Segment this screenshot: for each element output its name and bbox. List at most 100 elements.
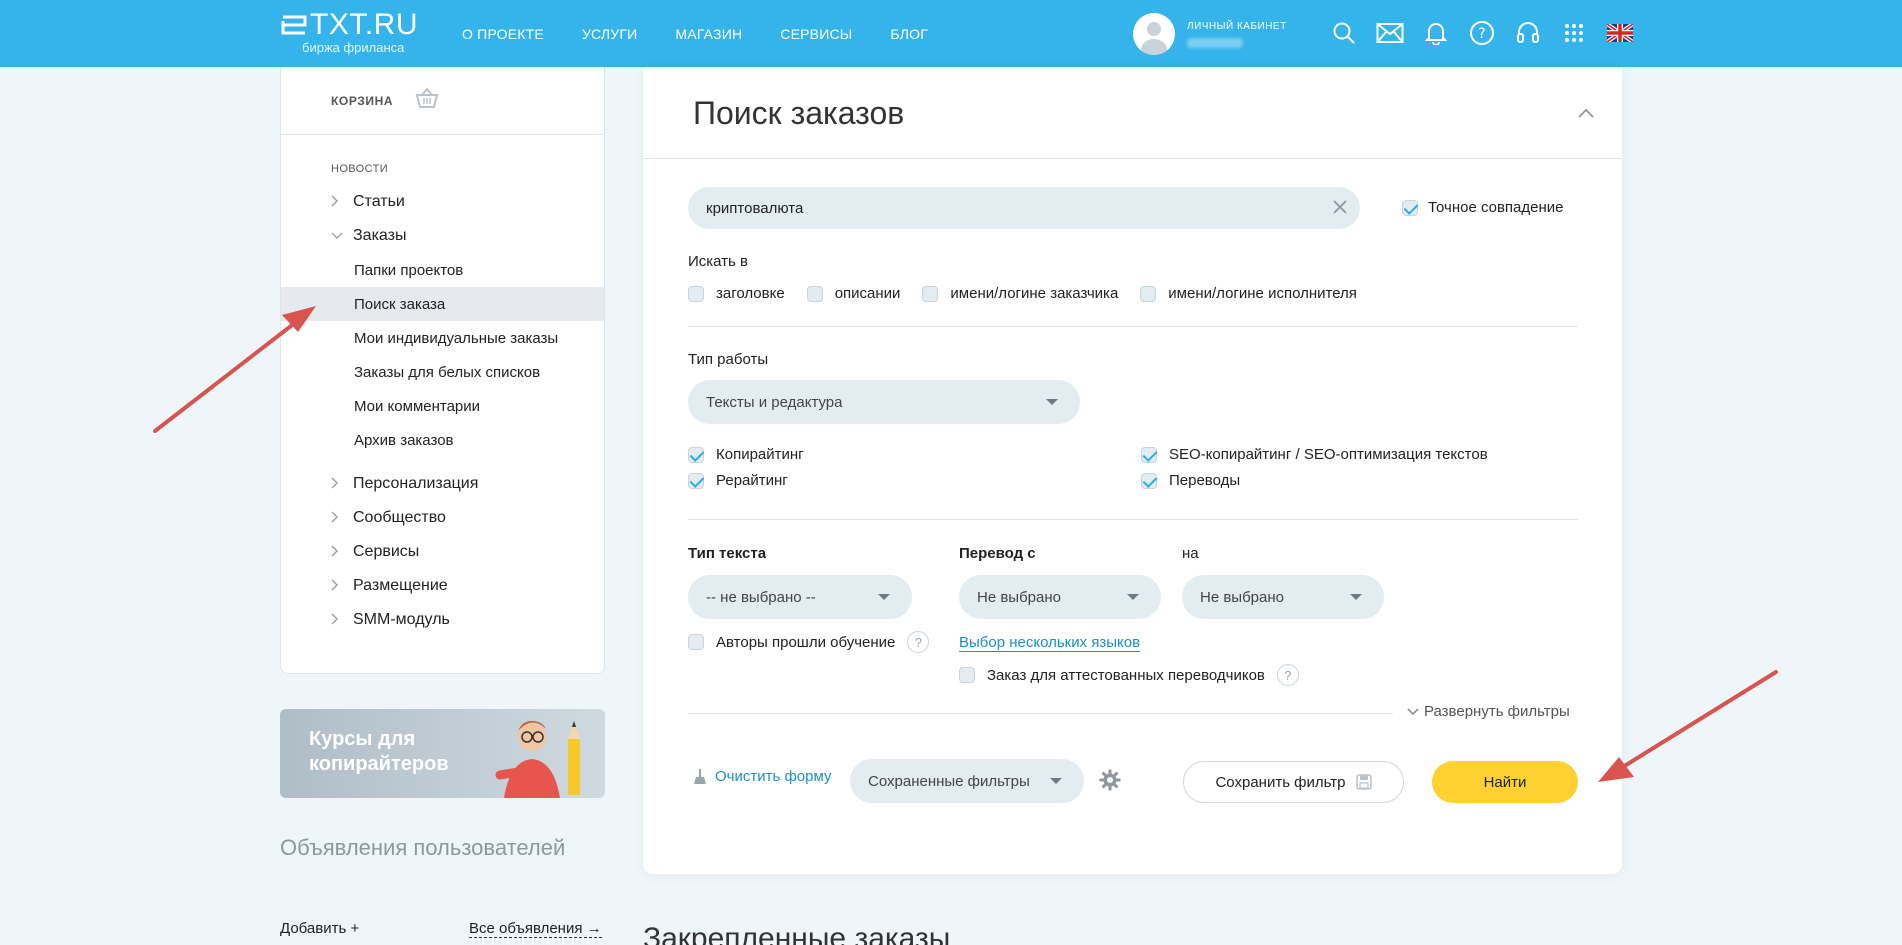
logo-subtitle: биржа фриланса	[302, 40, 405, 55]
mail-icon[interactable]	[1376, 18, 1404, 48]
add-announcement-link[interactable]: Добавить +	[280, 920, 359, 937]
divider	[688, 519, 1578, 520]
sidebar-item-community[interactable]: Сообщество	[281, 501, 604, 535]
chevron-right-icon	[331, 476, 353, 492]
checkbox-label: Рерайтинг	[716, 472, 788, 489]
checkbox-checked[interactable]	[1402, 199, 1418, 216]
sidebar-item-personalization[interactable]: Персонализация	[281, 467, 604, 501]
help-icon[interactable]: ?	[1468, 18, 1496, 48]
copywriter-courses-banner[interactable]: Курсы для копирайтеров	[280, 709, 605, 798]
sidebar-sub-orders-archive[interactable]: Архив заказов	[281, 423, 604, 457]
sidebar-item-orders[interactable]: Заказы	[281, 219, 604, 253]
checkbox[interactable]	[806, 285, 823, 302]
sidebar-sub-order-search[interactable]: Поиск заказа	[281, 287, 604, 321]
checkbox[interactable]	[688, 634, 704, 650]
work-type-select[interactable]: Тексты и редактура	[688, 380, 1080, 424]
account-menu[interactable]: ЛИЧНЫЙ КАБИНЕТ	[1133, 12, 1287, 56]
save-filter-button[interactable]: Сохранить фильтр	[1183, 761, 1404, 803]
basket-icon[interactable]	[415, 87, 439, 114]
translate-from-label: Перевод с	[959, 545, 1036, 562]
text-type-label: Тип текста	[688, 545, 767, 562]
card-header: Поиск заказов	[643, 67, 1622, 159]
checkbox-label: Переводы	[1169, 472, 1241, 489]
sidebar-item-smm[interactable]: SMM-модуль	[281, 603, 604, 637]
checkbox[interactable]	[959, 667, 975, 683]
bell-icon[interactable]	[1422, 18, 1450, 48]
translate-to-value: Не выбрано	[1200, 588, 1284, 606]
checkbox-checked[interactable]	[688, 446, 704, 463]
search-in-performer-option[interactable]: имени/логине исполнителя	[1140, 285, 1357, 302]
clear-form-link[interactable]: Очистить форму	[693, 768, 831, 785]
help-icon[interactable]: ?	[907, 631, 930, 653]
rewriting-checkbox[interactable]: Рерайтинг	[688, 472, 788, 489]
translate-to-label: на	[1182, 545, 1199, 562]
checkbox-label: Заказ для аттестованных переводчиков	[987, 666, 1265, 684]
checkbox-checked[interactable]	[1141, 472, 1157, 489]
avatar[interactable]	[1133, 13, 1175, 55]
nav-about[interactable]: О ПРОЕКТЕ	[462, 26, 544, 42]
sidebar-sub-whitelist-orders[interactable]: Заказы для белых списков	[281, 355, 604, 389]
chevron-up-icon[interactable]	[1578, 105, 1594, 123]
nav-services[interactable]: УСЛУГИ	[582, 26, 637, 42]
checkbox[interactable]	[688, 285, 704, 302]
order-search-card: Поиск заказов криптовалюта Точное совпад…	[643, 67, 1622, 874]
gear-icon[interactable]	[1099, 769, 1121, 796]
option-label: имени/логине заказчика	[950, 285, 1119, 302]
site-logo[interactable]: TXT.RU биржа фриланса	[280, 8, 440, 62]
sidebar-sub-project-folders[interactable]: Папки проектов	[281, 253, 604, 287]
uk-flag-icon[interactable]	[1606, 18, 1634, 48]
translate-to-select[interactable]: Не выбрано	[1182, 575, 1384, 619]
support-headset-icon[interactable]	[1514, 18, 1542, 48]
seo-copywriting-checkbox[interactable]: SEO-копирайтинг / SEO-оптимизация тексто…	[1141, 446, 1488, 463]
top-navigation-bar: TXT.RU биржа фриланса О ПРОЕКТЕ УСЛУГИ М…	[0, 0, 1902, 67]
authors-trained-checkbox[interactable]: Авторы прошли обучение ?	[688, 631, 930, 653]
help-icon[interactable]: ?	[1276, 664, 1299, 686]
sidebar-item-label: Сообщество	[353, 509, 446, 526]
cart-link[interactable]: КОРЗИНА	[281, 67, 604, 135]
checkbox[interactable]	[922, 285, 939, 302]
nav-tools[interactable]: СЕРВИСЫ	[780, 26, 852, 42]
chevron-down-icon	[1050, 778, 1062, 784]
certified-translators-checkbox[interactable]: Заказ для аттестованных переводчиков ?	[959, 664, 1299, 686]
promo-line-1: Курсы для	[309, 728, 416, 750]
arrow-right-annotation	[1598, 670, 1778, 782]
sidebar-item-articles[interactable]: Статьи	[281, 185, 604, 219]
checkbox-label: Авторы прошли обучение	[716, 633, 896, 651]
nav-blog[interactable]: БЛОГ	[890, 26, 928, 42]
checkbox-label: SEO-копирайтинг / SEO-оптимизация тексто…	[1169, 446, 1488, 463]
expand-filters-toggle[interactable]: Развернуть фильтры	[1407, 703, 1570, 720]
sidebar-item-label: SMM-модуль	[353, 611, 450, 628]
sidebar-item-placement[interactable]: Размещение	[281, 569, 604, 603]
find-button[interactable]: Найти	[1432, 761, 1578, 803]
translate-from-select[interactable]: Не выбрано	[959, 575, 1161, 619]
search-icon[interactable]	[1330, 18, 1358, 48]
search-in-label: Искать в	[688, 253, 749, 270]
sidebar-item-label: Сервисы	[353, 543, 420, 560]
saved-filters-select[interactable]: Сохраненные фильтры	[850, 759, 1084, 803]
multi-language-link[interactable]: Выбор нескольких языков	[959, 634, 1141, 652]
checkbox-checked[interactable]	[1141, 446, 1157, 463]
copywriting-checkbox[interactable]: Копирайтинг	[688, 446, 804, 463]
search-input[interactable]: криптовалюта	[688, 187, 1360, 229]
translations-checkbox[interactable]: Переводы	[1141, 472, 1240, 489]
exact-match-checkbox[interactable]: Точное совпадение	[1402, 199, 1564, 216]
chevron-down-icon	[1350, 594, 1362, 600]
main-nav: О ПРОЕКТЕ УСЛУГИ МАГАЗИН СЕРВИСЫ БЛОГ	[462, 0, 928, 67]
text-type-select[interactable]: -- не выбрано --	[688, 575, 912, 619]
search-in-description-option[interactable]: описании	[806, 285, 900, 302]
checkbox[interactable]	[1140, 285, 1157, 302]
sidebar: КОРЗИНА НОВОСТИ Статьи Заказы Папки прое…	[280, 67, 605, 674]
search-in-customer-option[interactable]: имени/логине заказчика	[922, 285, 1118, 302]
sidebar-item-services[interactable]: Сервисы	[281, 535, 604, 569]
nav-shop[interactable]: МАГАЗИН	[675, 26, 742, 42]
apps-grid-icon[interactable]	[1560, 18, 1588, 48]
all-announcements-link[interactable]: Все объявления →	[469, 920, 602, 938]
sidebar-sub-individual-orders[interactable]: Мои индивидуальные заказы	[281, 321, 604, 355]
announcements-title: Объявления пользователей	[280, 835, 566, 860]
sidebar-item-news[interactable]: НОВОСТИ	[281, 163, 604, 185]
sidebar-sub-my-comments[interactable]: Мои комментарии	[281, 389, 604, 423]
close-icon[interactable]	[1331, 198, 1349, 221]
search-in-title-option[interactable]: заголовке	[688, 285, 785, 302]
sidebar-menu: НОВОСТИ Статьи Заказы Папки проектов Пои…	[281, 135, 604, 637]
checkbox-checked[interactable]	[688, 472, 704, 489]
